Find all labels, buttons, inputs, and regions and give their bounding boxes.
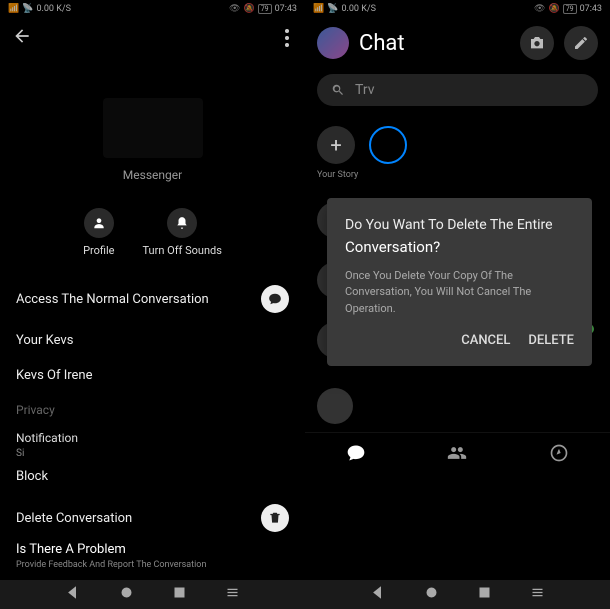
signal-icon: 📶: [313, 4, 324, 14]
eye-icon: 👁: [534, 4, 545, 14]
page-title: Chat: [359, 31, 510, 56]
nav-menu[interactable]: [530, 585, 545, 604]
eye-icon: 👁: [229, 4, 240, 14]
wifi-icon: 📡: [22, 4, 33, 14]
wifi-icon: 📡: [327, 4, 338, 14]
delete-button[interactable]: DELETE: [528, 333, 574, 348]
search-input[interactable]: Trv: [317, 74, 598, 106]
story-item[interactable]: [369, 126, 407, 164]
status-bar: 📶 📡 0.00 K/S 👁 🔕 79 07:43: [305, 0, 610, 18]
add-story-button[interactable]: +: [317, 126, 355, 164]
chat-bubble-icon: [261, 285, 289, 313]
keys-of-row[interactable]: Kevs Of Irene: [16, 358, 289, 393]
clock: 07:43: [580, 4, 602, 14]
access-conversation-row[interactable]: Access The Normal Conversation: [16, 275, 289, 323]
delete-dialog: Do You Want To Delete The Entire Convers…: [327, 198, 592, 366]
left-screen: 📶 📡 0.00 K/S 👁 🔕 79 07:43 Messenger: [0, 0, 305, 580]
nav-people[interactable]: [447, 443, 467, 467]
status-bar: 📶 📡 0.00 K/S 👁 🔕 79 07:43: [0, 0, 305, 18]
search-icon: [331, 83, 345, 97]
signal-icon: 📶: [8, 4, 19, 14]
nav-menu[interactable]: [225, 585, 240, 604]
right-screen: 📶 📡 0.00 K/S 👁 🔕 79 07:43 Chat Trv +: [305, 0, 610, 580]
chat-list: 527 Do You Want To Delete The Entire Con…: [305, 180, 610, 380]
block-row[interactable]: Block: [16, 459, 289, 494]
bottom-nav: [305, 432, 610, 471]
battery-icon: 79: [258, 4, 272, 14]
dialog-title-line2: Conversation?: [345, 238, 574, 256]
app-label: Messenger: [0, 168, 305, 182]
dialog-body: Once You Delete Your Copy Of The Convers…: [345, 268, 574, 318]
nav-discover[interactable]: [549, 443, 569, 467]
profile-action[interactable]: Profile: [83, 208, 114, 257]
back-button[interactable]: [12, 26, 32, 50]
battery-icon: 79: [563, 4, 577, 14]
edit-button[interactable]: [564, 26, 598, 60]
bell-icon: [167, 208, 197, 238]
person-icon: [84, 208, 114, 238]
nav-back[interactable]: [66, 585, 81, 604]
my-avatar[interactable]: [317, 27, 349, 59]
system-nav: [305, 580, 610, 609]
nav-home[interactable]: [119, 585, 134, 604]
trash-icon: [261, 504, 289, 532]
search-placeholder: Trv: [355, 82, 375, 98]
nav-recent[interactable]: [477, 585, 492, 604]
system-nav: [0, 580, 305, 609]
nav-recent[interactable]: [172, 585, 187, 604]
clock: 07:43: [275, 4, 297, 14]
nav-chats[interactable]: [346, 443, 366, 467]
privacy-header: Privacy: [16, 393, 289, 427]
report-problem-row[interactable]: Is There A Problem Provide Feedback And …: [16, 542, 289, 570]
avatar: [317, 388, 353, 424]
nav-back[interactable]: [371, 585, 386, 604]
your-story-label: Your Story: [317, 170, 358, 180]
camera-button[interactable]: [520, 26, 554, 60]
more-options-button[interactable]: [281, 25, 293, 51]
dialog-title-line1: Do You Want To Delete The Entire: [345, 216, 574, 236]
notification-row[interactable]: Notification Si: [16, 427, 289, 459]
net-speed: 0.00 K/S: [341, 4, 375, 14]
your-keys-row[interactable]: Your Kevs: [16, 323, 289, 358]
delete-conversation-row[interactable]: Delete Conversation: [16, 494, 289, 542]
chat-item[interactable]: [305, 380, 610, 432]
net-speed: 0.00 K/S: [36, 4, 70, 14]
mute-icon: 🔕: [548, 4, 559, 14]
cancel-button[interactable]: CANCEL: [461, 333, 510, 348]
nav-home[interactable]: [424, 585, 439, 604]
sounds-action[interactable]: Turn Off Sounds: [143, 208, 222, 257]
mute-icon: 🔕: [243, 4, 254, 14]
profile-avatar: [103, 98, 203, 158]
